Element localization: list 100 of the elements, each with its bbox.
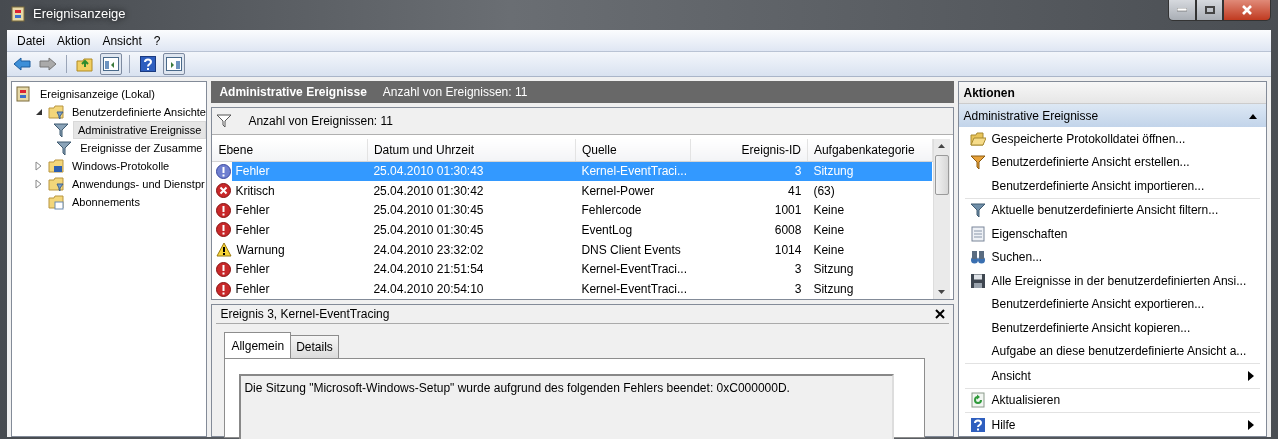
- action-label: Benutzerdefinierte Ansicht erstellen...: [991, 154, 1190, 172]
- help-button[interactable]: [137, 53, 159, 75]
- level-text: Warnung: [236, 241, 285, 259]
- action-item[interactable]: Benutzerdefinierte Ansicht exportieren...: [959, 292, 1266, 316]
- action-label: Aktuelle benutzerdefinierte Ansicht filtern...: [991, 202, 1219, 220]
- table-cell-text: Keine: [812, 221, 846, 239]
- critical-icon: [216, 183, 232, 199]
- error-icon: [216, 281, 232, 297]
- menu-item[interactable]: Ansicht: [96, 28, 148, 53]
- view-title: Administrative Ereignisse: [219, 84, 367, 101]
- table-cell-text: 25.04.2010 01:30:45: [372, 221, 485, 239]
- action-label: Benutzerdefinierte Ansicht exportieren...: [991, 296, 1205, 314]
- action-pane-button[interactable]: [163, 53, 185, 75]
- error-icon: [216, 222, 232, 238]
- column-header[interactable]: Datum und Uhrzeit: [367, 139, 576, 161]
- scrollbar[interactable]: [932, 139, 950, 299]
- expander-icon[interactable]: [34, 107, 44, 117]
- menu-item[interactable]: Datei: [11, 28, 51, 53]
- table-cell: 41: [690, 180, 808, 201]
- tab[interactable]: Allgemein: [224, 332, 292, 358]
- warning-icon: [216, 242, 233, 258]
- table-cell: Kernel-EventTraci...: [575, 161, 691, 181]
- save-icon: [970, 272, 987, 289]
- minimize-button[interactable]: [1168, 0, 1196, 21]
- event-viewer-icon: [16, 86, 32, 102]
- column-header[interactable]: Ebene: [212, 139, 368, 161]
- funnel-icon: [56, 140, 73, 156]
- tab[interactable]: Details: [290, 335, 339, 358]
- table-cell-text: 1001: [773, 202, 803, 220]
- action-item[interactable]: Benutzerdefinierte Ansicht erstellen...: [959, 150, 1266, 174]
- action-label: Ansicht: [991, 367, 1031, 385]
- close-button[interactable]: [1223, 0, 1271, 21]
- tree-item[interactable]: Anwendungs- und Dienstpr: [68, 175, 207, 193]
- filter-icon: [216, 114, 233, 128]
- close-icon: [1241, 5, 1253, 15]
- action-item[interactable]: Alle Ereignisse in der benutzerdefinierten Ansi...: [959, 269, 1266, 293]
- action-item[interactable]: Suchen...: [959, 245, 1266, 269]
- action-item[interactable]: Aktuelle benutzerdefinierte Ansicht filtern...: [959, 198, 1266, 222]
- maximize-icon: [1204, 6, 1215, 14]
- table-cell: 3: [690, 161, 808, 181]
- event-row[interactable]: Fehler 25.04.2010 01:30:45 EventLog 6008 Keine: [212, 220, 933, 240]
- table-cell: Sitzung: [807, 161, 933, 181]
- table-cell-text: Sitzung: [812, 261, 855, 279]
- level-text: Kritisch: [235, 182, 275, 200]
- action-item[interactable]: Hilfe: [959, 413, 1266, 436]
- menu-item[interactable]: Aktion: [51, 28, 97, 53]
- minimize-icon: [1177, 8, 1187, 12]
- app-icon: [11, 5, 25, 22]
- action-label: Eigenschaften: [991, 225, 1068, 243]
- action-item[interactable]: Gespeicherte Protokolldatei öffnen...: [959, 127, 1266, 151]
- error-icon: [216, 261, 232, 277]
- menu-item[interactable]: ?: [147, 28, 167, 53]
- tree-item[interactable]: Abonnements: [68, 193, 144, 211]
- action-label: Hilfe: [991, 416, 1016, 434]
- event-row[interactable]: Fehler 24.04.2010 20:54:10 Kernel-EventTraci... 3 Sitzung: [212, 279, 933, 299]
- panel-title: Aktionen: [963, 84, 1015, 102]
- table-cell-text: Kernel-EventTraci...: [580, 281, 689, 299]
- folder-icon: [48, 104, 64, 120]
- tree-pane-button[interactable]: [100, 53, 122, 75]
- folder-icon: [970, 130, 987, 147]
- section-header[interactable]: Administrative Ereignisse: [959, 104, 1266, 127]
- tree-item[interactable]: Ereignisanzeige (Lokal): [36, 85, 159, 103]
- maximize-button[interactable]: [1196, 0, 1223, 21]
- action-item[interactable]: Benutzerdefinierte Ansicht importieren...: [959, 174, 1266, 198]
- filter-count: Anzahl von Ereignissen: 11: [248, 113, 393, 130]
- table-cell-text: 24.04.2010 23:32:02: [372, 241, 485, 259]
- error-icon: [216, 202, 232, 218]
- event-row[interactable]: Fehler 24.04.2010 21:51:54 Kernel-EventTraci... 3 Sitzung: [212, 259, 933, 280]
- table-cell-text: Sitzung: [812, 281, 855, 299]
- table-cell-text: EventLog: [580, 221, 634, 239]
- action-item[interactable]: Ansicht: [959, 364, 1266, 388]
- event-row[interactable]: Kritisch 25.04.2010 01:30:42 Kernel-Power 41 (63): [212, 180, 933, 201]
- column-header[interactable]: Quelle: [575, 139, 691, 161]
- action-item[interactable]: Aktualisieren: [959, 388, 1266, 412]
- tree-item[interactable]: Ereignisse der Zusamme: [76, 139, 207, 157]
- table-cell: Kernel-Power: [575, 180, 691, 201]
- section-title: Administrative Ereignisse: [963, 107, 1099, 125]
- funnel-icon: [970, 154, 987, 171]
- detail-title: Ereignis 3, Kernel-EventTracing: [220, 306, 390, 323]
- action-item[interactable]: Eigenschaften: [959, 222, 1266, 246]
- funnel-icon: [970, 202, 987, 219]
- tree-item[interactable]: Administrative Ereignisse: [72, 120, 207, 140]
- column-header[interactable]: Ereignis-ID: [690, 139, 808, 161]
- table-cell-text: 3: [793, 261, 803, 279]
- scroll-thumb[interactable]: [934, 155, 949, 195]
- event-row[interactable]: Fehler 25.04.2010 01:30:45 Fehlercode 1001 Keine: [212, 200, 933, 221]
- action-item[interactable]: Aufgabe an diese benutzerdefinierte Ansicht a...: [959, 339, 1266, 363]
- column-header[interactable]: Aufgabenkategorie: [807, 139, 933, 161]
- level-text: Fehler: [235, 202, 270, 220]
- table-cell-text: Fehlercode: [580, 202, 643, 220]
- funnel-icon: [52, 122, 69, 138]
- tree-item[interactable]: Windows-Protokolle: [68, 157, 174, 175]
- properties-icon: [970, 225, 987, 242]
- table-cell-text: 24.04.2010 20:54:10: [372, 281, 485, 299]
- event-row[interactable]: Warnung 24.04.2010 23:32:02 DNS Client Events 1014 Keine: [212, 239, 933, 260]
- action-item[interactable]: Benutzerdefinierte Ansicht kopieren...: [959, 316, 1266, 340]
- tree-item[interactable]: Benutzerdefinierte Ansichte: [68, 103, 207, 121]
- event-count: Anzahl von Ereignissen: 11: [382, 84, 528, 101]
- close-icon[interactable]: [935, 309, 946, 319]
- action-label: Aktualisieren: [991, 392, 1061, 410]
